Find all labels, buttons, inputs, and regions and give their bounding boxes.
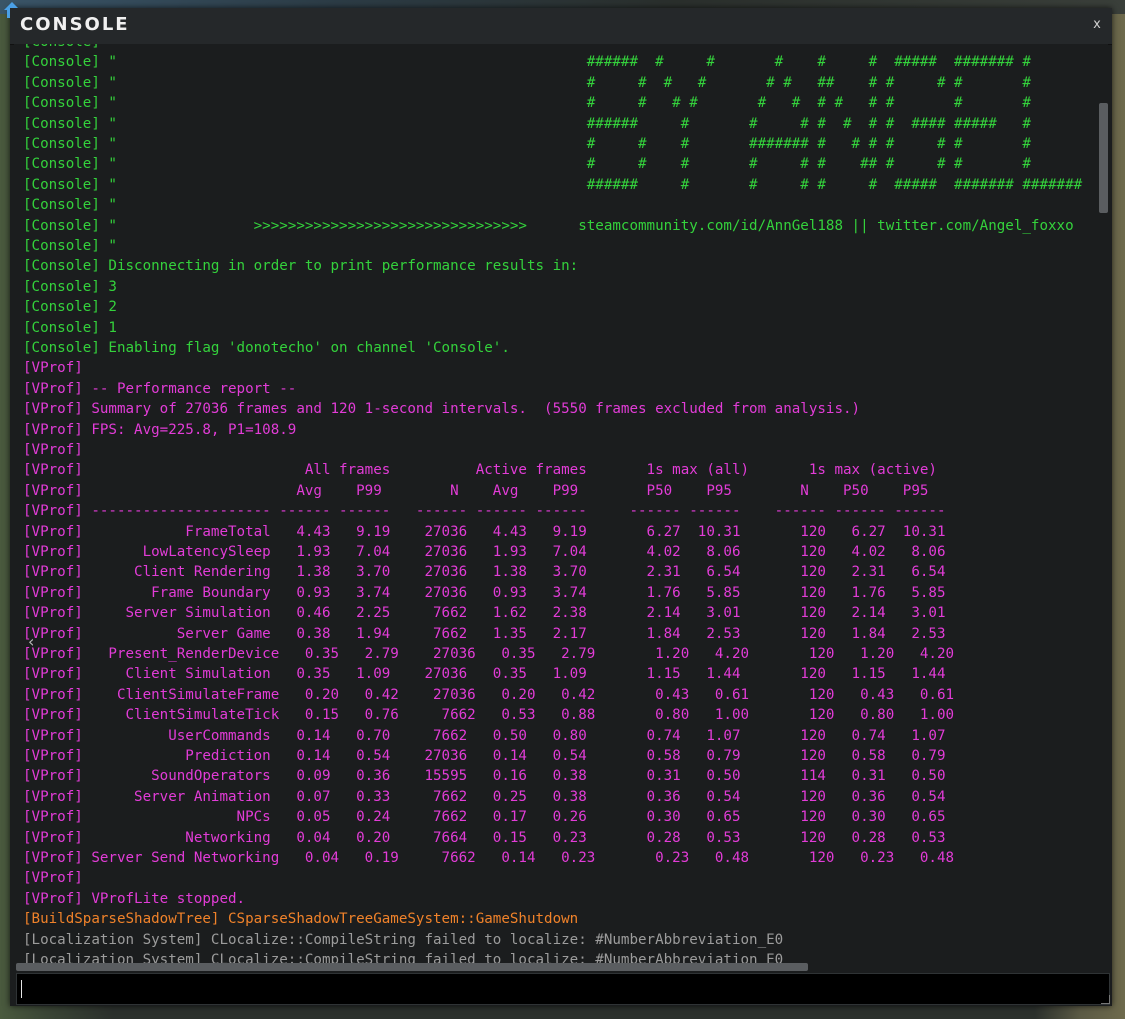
console-log-line: [Console] bbox=[23, 44, 100, 52]
console-log-line: [Console] " ###### # # # # # # # #### ##… bbox=[23, 115, 1031, 132]
console-log-line: [VProf] Client Simulation 0.35 1.09 2703… bbox=[23, 666, 946, 683]
console-title: CONSOLE bbox=[20, 14, 130, 35]
console-log-line: [VProf] Prediction 0.14 0.54 27036 0.14 … bbox=[23, 748, 946, 764]
console-log-line: [VProf] bbox=[23, 442, 83, 458]
console-log-line: [VProf] SoundOperators 0.09 0.36 15595 0… bbox=[23, 768, 946, 785]
console-log[interactable]: [Console] [Console] " ###### # # # # # ##… bbox=[14, 44, 1098, 969]
console-window: CONSOLE x [Console] [Console] " ###### # … bbox=[4, 2, 1112, 1006]
console-log-line: [VProf] All frames Active frames 1s max … bbox=[23, 462, 937, 479]
console-log-line: [Console] " bbox=[23, 238, 117, 254]
console-log-line: [Console] " # # # # # # ## # # # # bbox=[23, 156, 1031, 173]
console-log-line: [Console] 2 bbox=[23, 299, 117, 316]
console-log-line: [Console] 3 bbox=[23, 278, 117, 295]
console-log-line: [VProf] Networking 0.04 0.20 7664 0.15 0… bbox=[23, 829, 946, 846]
console-log-line: [VProf] NPCs 0.05 0.24 7662 0.17 0.26 0.… bbox=[23, 809, 946, 826]
console-input[interactable] bbox=[16, 973, 1110, 1005]
console-log-line: [Console] " # # # # # # ## # # # # # bbox=[23, 74, 1031, 91]
console-log-line: [VProf] bbox=[23, 870, 83, 887]
console-log-line: [Console] 1 bbox=[23, 319, 117, 336]
console-log-line: [VProf] Client Rendering 1.38 3.70 27036… bbox=[23, 564, 946, 581]
console-log-line: [BuildSparseShadowTree] CSparseShadowTre… bbox=[23, 911, 579, 928]
console-log-line: [VProf] Server Simulation 0.46 2.25 7662… bbox=[23, 605, 946, 622]
console-log-line: [VProf] bbox=[23, 360, 83, 377]
console-log-line: [VProf] -- Performance report -- bbox=[23, 380, 297, 397]
console-titlebar[interactable]: CONSOLE x bbox=[10, 8, 1112, 45]
console-log-line: [VProf] VProfLite stopped. bbox=[23, 890, 246, 907]
console-log-line: [VProf] ClientSimulateTick 0.15 0.76 766… bbox=[23, 707, 955, 724]
console-log-line: [Console] " # # # ####### # # # # # # # bbox=[23, 136, 1031, 152]
console-log-line: [VProf] FrameTotal 4.43 9.19 27036 4.43 … bbox=[23, 523, 946, 540]
horizontal-scrollbar-thumb[interactable] bbox=[16, 963, 808, 971]
chevron-left-icon[interactable]: ‹ bbox=[28, 632, 34, 651]
console-log-line: [Console] " # # # # # # # # # # # # bbox=[23, 95, 1031, 112]
console-log-line: [VProf] Server Send Networking 0.04 0.19… bbox=[23, 850, 955, 866]
resize-grip-icon[interactable] bbox=[1101, 995, 1110, 1004]
console-log-line: [Console] " bbox=[23, 197, 117, 214]
vertical-scrollbar-thumb[interactable] bbox=[1099, 103, 1108, 213]
console-log-line: [VProf] Server Game 0.38 1.94 7662 1.35 … bbox=[23, 625, 946, 642]
console-log-line: [Console] Enabling flag 'donotecho' on c… bbox=[23, 340, 510, 356]
console-log-line: [Console] " ###### # # # # # ##### #####… bbox=[23, 54, 1031, 71]
console-log-line: [VProf] UserCommands 0.14 0.70 7662 0.50… bbox=[23, 727, 946, 744]
console-log-line: [Localization System] CLocalize::Compile… bbox=[23, 931, 784, 948]
console-log-line: [Console] " >>>>>>>>>>>>>>>>>>>>>>>>>>>>… bbox=[23, 217, 1074, 234]
console-log-line: [VProf] ClientSimulateFrame 0.20 0.42 27… bbox=[23, 686, 955, 703]
console-log-line: [VProf] LowLatencySleep 1.93 7.04 27036 … bbox=[23, 544, 946, 560]
console-log-line: [VProf] Server Animation 0.07 0.33 7662 … bbox=[23, 788, 946, 805]
console-log-line: [Console] " ###### # # # # # ##### #####… bbox=[23, 176, 1083, 193]
console-log-line: [VProf] Frame Boundary 0.93 3.74 27036 0… bbox=[23, 584, 946, 601]
console-log-line: [VProf] FPS: Avg=225.8, P1=108.9 bbox=[23, 421, 297, 438]
console-log-line: [VProf] Summary of 27036 frames and 120 … bbox=[23, 401, 861, 418]
console-log-line: [VProf] Present_RenderDevice 0.35 2.79 2… bbox=[23, 646, 955, 662]
close-icon[interactable]: x bbox=[1090, 17, 1104, 32]
console-log-line: [VProf] --------------------- ------ ---… bbox=[23, 503, 946, 520]
console-log-line: [Console] Disconnecting in order to prin… bbox=[23, 258, 579, 275]
console-log-line: [VProf] Avg P99 N Avg P99 P50 P95 N P50 … bbox=[23, 482, 929, 499]
text-caret bbox=[21, 980, 22, 998]
